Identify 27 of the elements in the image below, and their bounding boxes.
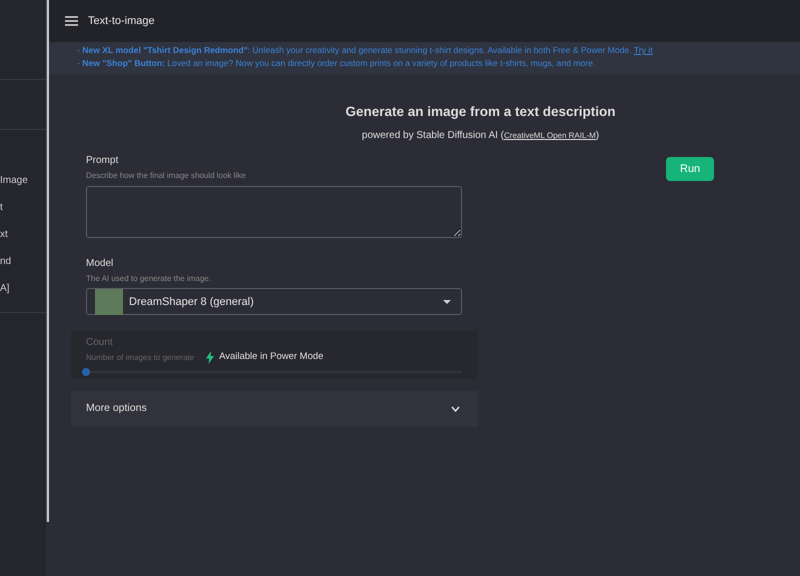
- announcement-text: - New XL model "Tshirt Design Redmond": Unleash your creativity and generate stunning t-shirt designs. Available in both Free & Power Mode. Try it: [77, 44, 654, 57]
- field-label: Count: [86, 336, 114, 350]
- avatar-image: [95, 288, 123, 315]
- sidebar-item[interactable]: A]: [0, 275, 46, 302]
- power-mode-notice: Available in Power Mode: [219, 350, 324, 364]
- model-select[interactable]: DreamShaper 8 (general): [86, 288, 462, 316]
- caret-icon: [443, 300, 451, 304]
- field-hint: Number of images to generate: [86, 352, 194, 364]
- field-hint: Describe how the final image should look like: [86, 170, 247, 182]
- field-hint: The AI used to generate the image.: [86, 273, 212, 286]
- field-label: Prompt: [86, 154, 120, 168]
- more-options-toggle[interactable]: More options: [71, 390, 478, 426]
- prompt-field[interactable]: [86, 186, 462, 238]
- license-link[interactable]: CreativeML Open RAIL-M: [504, 131, 596, 140]
- menu-icon[interactable]: [65, 16, 78, 26]
- sidebar-item[interactable]: Image: [0, 167, 46, 194]
- sidebar-item[interactable]: nd: [0, 248, 46, 275]
- subtitle-text: ): [596, 130, 600, 142]
- main-heading: Generate an image from a text description: [344, 103, 617, 121]
- page-title: Text-to-image: [88, 14, 155, 29]
- sidebar-item[interactable]: xt: [0, 221, 46, 248]
- sidebar-item[interactable]: t: [0, 194, 46, 221]
- subtitle-text: powered by Stable Diffusion AI (: [362, 130, 504, 142]
- announcement-text: - New "Shop" Button: Loved an image? Now you can directly order custom prints on a variety of products like t-shirts, mugs, and more.: [77, 57, 596, 70]
- field-label: Model: [86, 257, 114, 272]
- lightning-icon: [206, 350, 214, 364]
- chevron-icon: [451, 406, 460, 412]
